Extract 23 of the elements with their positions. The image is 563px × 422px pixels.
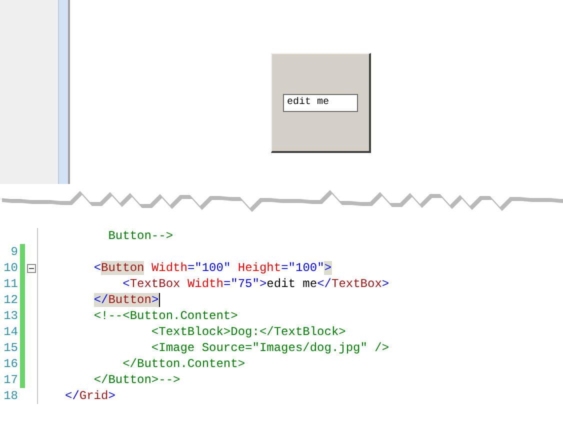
code-line: </Grid> [65, 388, 116, 404]
line-number: 12 [4, 293, 18, 307]
line-number: 15 [4, 341, 18, 355]
line-number: 18 [4, 389, 18, 403]
text-field[interactable]: edit me [283, 94, 358, 112]
designer-button[interactable]: edit me [271, 53, 371, 153]
code-line: <TextBlock>Dog:</TextBlock> [150, 324, 346, 340]
code-line: </Button.Content> [122, 356, 246, 372]
code-line: <Image Source="Images/dog.jpg" /> [150, 340, 390, 356]
line-number: 16 [4, 357, 18, 371]
line-number: 10 [4, 261, 18, 275]
line-number: 9 [10, 245, 18, 259]
code-line: </Button>--> [92, 372, 180, 388]
line-number: 13 [4, 309, 18, 323]
code-line: <!--<Button.Content> [92, 308, 238, 324]
code-line: </Button> [92, 292, 160, 308]
code-line: <Button Width="100" Height="100"> [92, 260, 332, 276]
line-number: 17 [4, 373, 18, 387]
collapse-icon[interactable] [26, 264, 36, 272]
code-line: <TextBox Width="75">edit me</TextBox> [122, 276, 390, 292]
line-number: 14 [4, 325, 18, 339]
code-line: Button--> [107, 228, 174, 244]
line-number: 11 [4, 277, 18, 291]
